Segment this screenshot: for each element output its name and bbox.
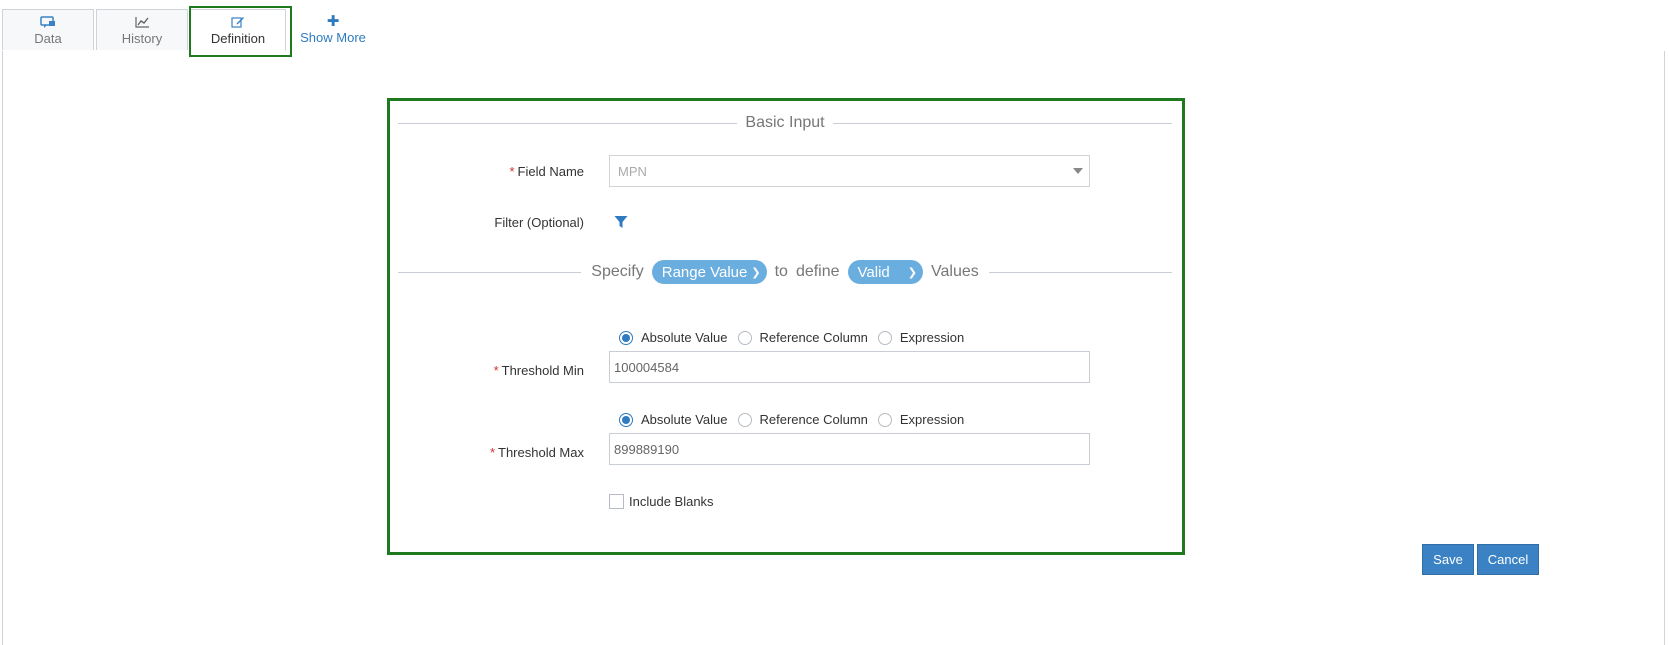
chevron-down-icon: ❯ [907,266,917,279]
divider [398,271,582,273]
save-button[interactable]: Save [1422,544,1474,575]
threshold-min-value: 100004584 [614,359,680,375]
tab-history[interactable]: History [96,9,188,50]
field-name-label: * Field Name [509,164,584,179]
threshold-min-text: Threshold Min [501,363,584,378]
values-word: Values [931,263,979,280]
line-chart-icon [134,15,150,29]
radio-label: Absolute Value [641,412,728,427]
radio-button[interactable] [737,412,752,427]
radio-button[interactable] [737,330,752,345]
threshold-min-label: * Threshold Min [494,363,584,378]
radio-label: Absolute Value [641,330,728,345]
range-type-value: Range Value [661,263,748,281]
tab-label: Data [34,30,62,46]
radio-expression[interactable]: Expression [877,412,965,427]
threshold-max-text: Threshold Max [498,445,584,460]
caret-down-icon [1073,168,1083,174]
radio-button[interactable] [619,330,633,345]
chevron-down-icon: ❯ [751,266,761,279]
radio-label: Expression [899,330,965,345]
validity-value: Valid [857,263,890,281]
radio-button[interactable] [877,412,892,427]
field-name-select[interactable]: MPN [609,155,1090,187]
to-word: to [774,263,788,280]
divider [398,122,738,124]
tab-label: Show More [300,30,366,45]
radio-label: Reference Column [759,330,868,345]
radio-expression[interactable]: Expression [877,330,965,345]
tab-definition[interactable]: Definition [190,9,286,51]
edit-icon [231,15,245,29]
legend-title: Basic Input [745,114,825,131]
tab-data[interactable]: Data [2,9,94,50]
radio-button[interactable] [877,330,892,345]
divider [832,122,1172,124]
basic-input-panel: Basic Input * Field Name MPN Filter (Opti… [387,98,1185,555]
field-name-value: MPN [618,163,647,179]
cancel-button[interactable]: Cancel [1477,544,1539,575]
include-blanks-checkbox[interactable] [609,494,624,509]
radio-label: Expression [899,412,965,427]
radio-absolute-value[interactable]: Absolute Value [619,412,728,427]
required-mark: * [509,164,515,179]
divider [988,271,1173,273]
radio-reference-column[interactable]: Reference Column [737,330,868,345]
radio-button[interactable] [619,412,633,427]
threshold-max-mode-radios: Absolute Value Reference Column Expressi… [619,412,974,427]
threshold-max-value: 899889190 [614,441,680,457]
tab-label: Definition [210,30,266,46]
specify-row: Specify Range Value ❯ to define Valid ❯ … [398,259,1173,285]
radio-label: Reference Column [759,412,868,427]
filter-label: Filter (Optional) [494,215,584,230]
tab-show-more[interactable]: ✚ Show More [288,9,378,50]
tab-bar: Data History Definition ✚ Show More [2,9,380,51]
filter-icon[interactable] [614,215,628,234]
include-blanks-option[interactable]: Include Blanks [609,494,714,509]
specify-sentence: Specify Range Value ❯ to define Valid ❯ … [581,260,988,284]
define-word: define [795,263,840,280]
required-mark: * [493,363,499,378]
required-mark: * [489,445,496,460]
tab-label: History [121,30,163,46]
range-type-dropdown[interactable]: Range Value ❯ [651,260,767,284]
data-chat-icon [40,15,56,29]
validity-dropdown[interactable]: Valid ❯ [847,260,923,284]
panel-legend: Basic Input [398,113,1172,133]
threshold-max-input[interactable]: 899889190 [609,433,1090,465]
specify-word: Specify [591,263,644,280]
radio-absolute-value[interactable]: Absolute Value [619,330,728,345]
plus-icon: ✚ [326,13,340,30]
threshold-min-mode-radios: Absolute Value Reference Column Expressi… [619,330,974,345]
include-blanks-label: Include Blanks [629,494,714,509]
threshold-min-input[interactable]: 100004584 [609,351,1090,383]
field-name-text: Field Name [517,164,584,179]
radio-reference-column[interactable]: Reference Column [737,412,868,427]
threshold-max-label: * Threshold Max [490,445,584,460]
